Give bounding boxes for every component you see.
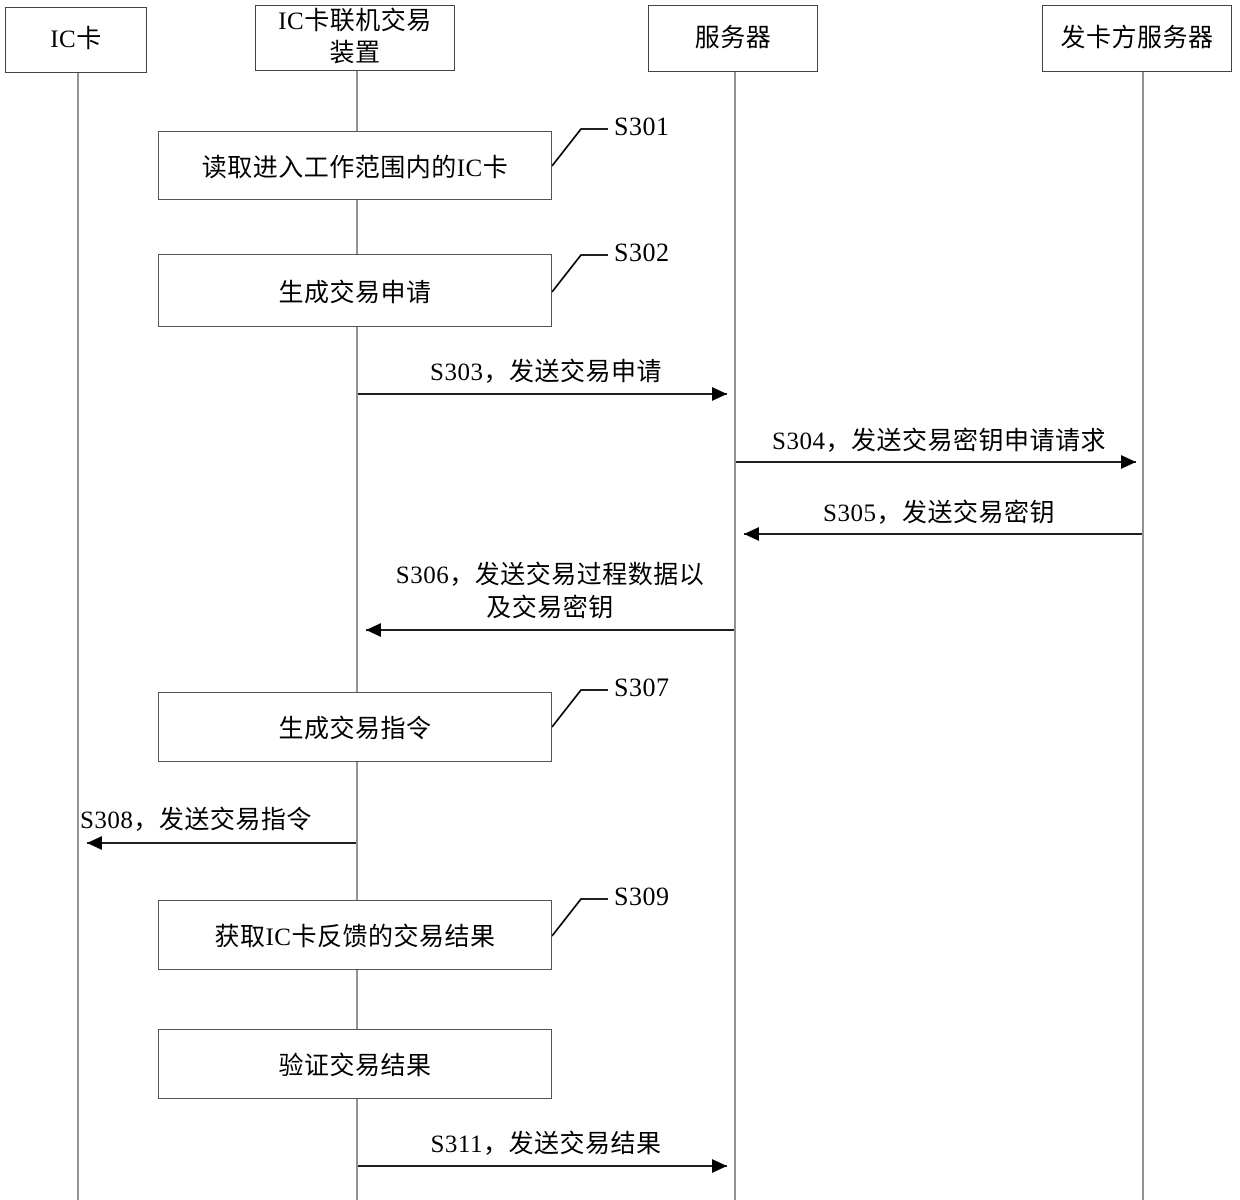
message-label-s303: S303，发送交易申请	[358, 352, 734, 388]
step-ref-s307: S307	[614, 673, 669, 703]
leader-line-s307	[551, 689, 608, 728]
actor-label-server: 服务器	[694, 24, 772, 52]
message-text-s306-line2: 及交易密钥	[486, 594, 614, 622]
message-label-s305: S305，发送交易密钥	[736, 493, 1142, 529]
actor-label-ic-terminal: IC卡联机交易 装置	[278, 8, 432, 67]
step-ref-text-s302: S302	[614, 238, 670, 267]
leader-line-s302	[551, 254, 608, 293]
step-ref-s309: S309	[614, 882, 669, 912]
leader-line-s309	[551, 898, 608, 937]
process-box-s307[interactable]: 生成交易指令	[158, 692, 552, 762]
process-box-s302[interactable]: 生成交易申请	[158, 254, 552, 327]
message-label-s306: S306，发送交易过程数据以 及交易密钥	[366, 560, 734, 625]
actor-box-ic-card[interactable]: IC卡	[5, 7, 147, 73]
message-text-s303: S303，发送交易申请	[430, 359, 662, 386]
step-ref-text-s309: S309	[614, 882, 670, 911]
step-ref-s301: S301	[614, 112, 669, 142]
leader-line-s301	[551, 128, 608, 167]
step-ref-s302: S302	[614, 238, 669, 268]
process-label-s309: 获取IC卡反馈的交易结果	[214, 924, 496, 951]
message-text-s304: S304，发送交易密钥申请请求	[772, 428, 1106, 455]
process-box-s309[interactable]: 获取IC卡反馈的交易结果	[158, 900, 552, 970]
actor-label-ic-card: IC卡	[50, 26, 102, 53]
message-label-s304: S304，发送交易密钥申请请求	[736, 421, 1142, 457]
actor-box-server[interactable]: 服务器	[648, 5, 818, 72]
step-leader-lines	[551, 128, 608, 937]
process-label-s302: 生成交易申请	[278, 279, 432, 307]
actor-box-issuer-server[interactable]: 发卡方服务器	[1042, 5, 1232, 72]
process-box-verify-result[interactable]: 验证交易结果	[158, 1029, 552, 1099]
message-label-s311: S311，发送交易结果	[358, 1124, 734, 1160]
process-label-s307: 生成交易指令	[278, 716, 432, 743]
process-box-s301[interactable]: 读取进入工作范围内的IC卡	[158, 131, 552, 200]
actor-box-ic-terminal[interactable]: IC卡联机交易 装置	[255, 5, 455, 71]
actor-label-issuer-server: 发卡方服务器	[1060, 24, 1214, 52]
step-ref-text-s307: S307	[614, 673, 670, 702]
message-text-s311: S311，发送交易结果	[430, 1131, 662, 1158]
sequence-diagram-canvas: IC卡 IC卡联机交易 装置 服务器 发卡方服务器 读取进入工作范围内的IC卡 …	[0, 0, 1240, 1200]
message-label-s308: S308，发送交易指令	[80, 800, 356, 836]
process-label-verify-result: 验证交易结果	[278, 1053, 432, 1080]
message-text-s308: S308，发送交易指令	[80, 807, 312, 834]
step-ref-text-s301: S301	[614, 112, 670, 141]
process-label-s301: 读取进入工作范围内的IC卡	[201, 154, 509, 182]
message-text-s306-line1: S306，发送交易过程数据以	[395, 562, 705, 589]
message-text-s305: S305，发送交易密钥	[823, 500, 1055, 527]
